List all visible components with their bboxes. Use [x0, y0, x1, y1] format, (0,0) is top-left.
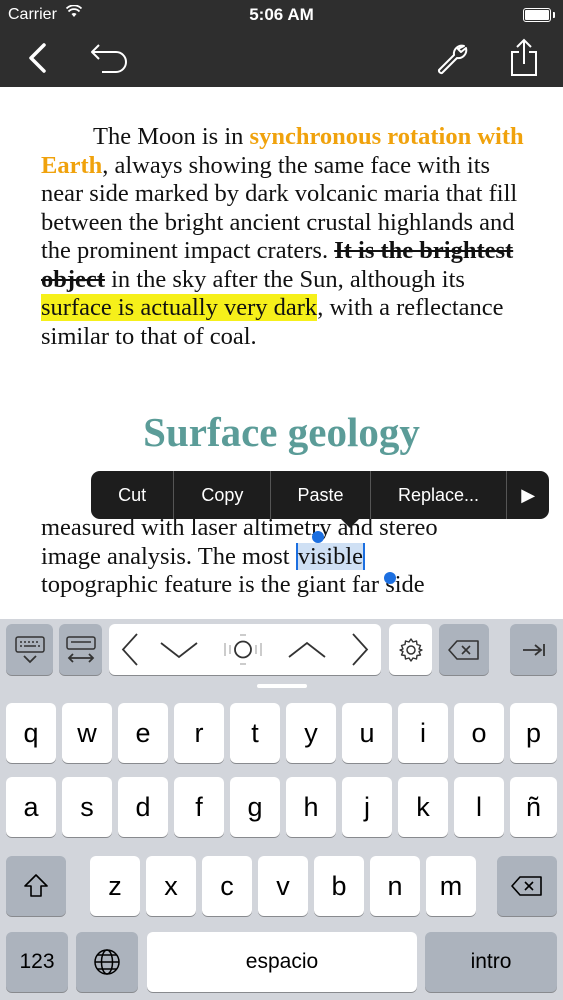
key-j[interactable]: j	[342, 777, 392, 837]
back-button[interactable]	[16, 36, 60, 80]
cursor-down-icon[interactable]	[160, 642, 198, 659]
space-key[interactable]: espacio	[147, 932, 417, 992]
key-f[interactable]: f	[174, 777, 224, 837]
key-s[interactable]: s	[62, 777, 112, 837]
key-d[interactable]: d	[118, 777, 168, 837]
globe-key[interactable]	[76, 932, 138, 992]
settings-button[interactable]	[430, 36, 474, 80]
key-z[interactable]: z	[90, 856, 140, 916]
selection-start-handle[interactable]	[312, 531, 324, 543]
cut-menu-item[interactable]: Cut	[91, 471, 175, 519]
text-line: topographic feature is the giant far sid…	[41, 571, 425, 598]
keyboard-settings-button[interactable]	[389, 624, 432, 675]
key-n[interactable]: n	[370, 856, 420, 916]
gear-icon	[398, 637, 423, 662]
keyboard-drag-handle[interactable]	[257, 684, 307, 688]
edit-menu: Cut Copy Paste Replace... ▶	[91, 471, 549, 519]
text-run: in the sky after the Sun, although its	[104, 265, 465, 293]
cursor-up-icon[interactable]	[288, 641, 326, 658]
status-time: 5:06 AM	[249, 5, 314, 24]
key-a[interactable]: a	[6, 777, 56, 837]
hide-keyboard-button[interactable]	[6, 624, 53, 675]
key-y[interactable]: y	[286, 703, 336, 763]
document-body[interactable]: The Moon is in synchronous rotation with…	[41, 123, 531, 351]
selected-text[interactable]: visible	[295, 542, 366, 570]
trackpad-icon[interactable]	[224, 634, 262, 665]
keyboard-hide-icon	[14, 635, 45, 663]
more-menu-item[interactable]: ▶	[507, 471, 549, 519]
cursor-left-icon[interactable]	[121, 633, 138, 666]
numbers-key[interactable]: 123	[6, 932, 68, 992]
delete-icon	[448, 639, 479, 660]
battery-icon	[523, 8, 555, 22]
delete-word-button[interactable]	[439, 624, 489, 675]
edit-menu-pointer	[340, 518, 360, 528]
shift-key[interactable]	[6, 856, 66, 916]
cursor-right-icon[interactable]	[352, 633, 369, 666]
key-v[interactable]: v	[258, 856, 308, 916]
key-n-tilde[interactable]: ñ	[510, 777, 557, 837]
selection-end-handle[interactable]	[384, 572, 396, 584]
keyboard-width-button[interactable]	[59, 624, 102, 675]
key-u[interactable]: u	[342, 703, 392, 763]
key-g[interactable]: g	[230, 777, 280, 837]
key-x[interactable]: x	[146, 856, 196, 916]
tab-icon	[522, 643, 545, 656]
wrench-icon	[437, 44, 468, 75]
key-p[interactable]: p	[510, 703, 557, 763]
key-e[interactable]: e	[118, 703, 168, 763]
backspace-key[interactable]	[497, 856, 557, 916]
globe-icon	[94, 949, 120, 975]
status-bar: Carrier 5:06 AM	[0, 0, 563, 30]
undo-button[interactable]	[86, 36, 130, 80]
tab-key-button[interactable]	[510, 624, 557, 675]
key-q[interactable]: q	[6, 703, 56, 763]
share-icon	[511, 38, 537, 76]
replace-menu-item[interactable]: Replace...	[371, 471, 508, 519]
paragraph: The Moon is in synchronous rotation with…	[41, 123, 531, 351]
keyboard-resize-icon	[65, 635, 96, 663]
key-b[interactable]: b	[314, 856, 364, 916]
text-run: image analysis. The most	[41, 542, 296, 570]
document-body-continued[interactable]: measured with laser altimetry and stereo…	[41, 514, 521, 600]
key-w[interactable]: w	[62, 703, 112, 763]
key-r[interactable]: r	[174, 703, 224, 763]
key-m[interactable]: m	[426, 856, 476, 916]
undo-icon	[91, 44, 127, 73]
share-button[interactable]	[502, 36, 546, 80]
chevron-left-icon	[29, 43, 46, 73]
key-h[interactable]: h	[286, 777, 336, 837]
key-c[interactable]: c	[202, 856, 252, 916]
key-l[interactable]: l	[454, 777, 504, 837]
cursor-control-pad[interactable]	[109, 624, 381, 675]
section-heading: Surface geology	[143, 409, 420, 455]
key-i[interactable]: i	[398, 703, 448, 763]
backspace-icon	[511, 876, 542, 896]
text-run: The Moon is in	[93, 123, 250, 150]
shift-icon	[24, 874, 48, 897]
navigation-bar: Carrier 5:06 AM	[0, 0, 563, 87]
return-key[interactable]: intro	[425, 932, 557, 992]
highlighted-text: surface is actually very dark	[41, 294, 318, 321]
text-line: image analysis. The most visible	[41, 542, 521, 572]
copy-menu-item[interactable]: Copy	[174, 471, 272, 519]
key-k[interactable]: k	[398, 777, 448, 837]
key-o[interactable]: o	[454, 703, 504, 763]
paste-menu-item[interactable]: Paste	[271, 471, 371, 519]
key-t[interactable]: t	[230, 703, 280, 763]
